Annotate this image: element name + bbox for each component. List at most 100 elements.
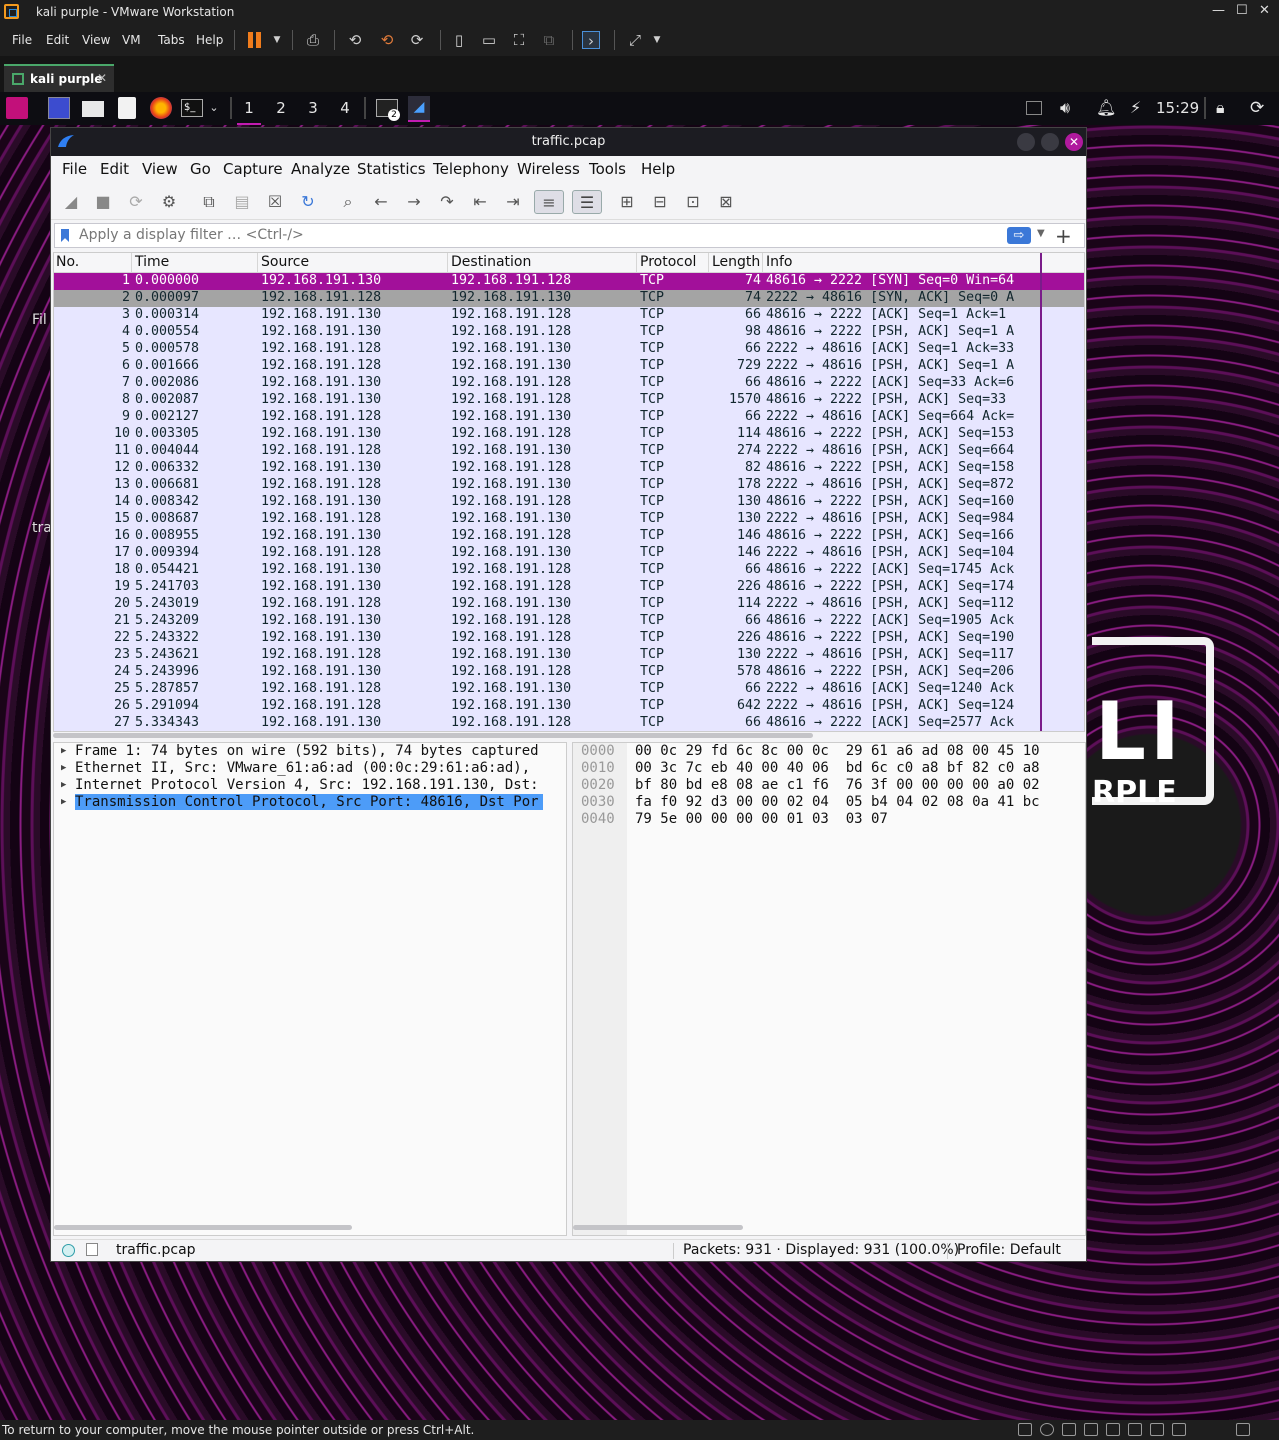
colorize-icon[interactable]: ☰ (572, 190, 602, 214)
menu-file[interactable]: File (62, 160, 87, 178)
details-horizontal-scrollbar[interactable] (54, 1225, 352, 1230)
packet-list-horizontal-scrollbar[interactable] (53, 733, 1083, 739)
pause-icon[interactable] (248, 32, 262, 48)
column-source[interactable]: Source (261, 254, 309, 270)
vm-menu-vm[interactable]: VM (122, 33, 141, 47)
snapshot-manager-icon[interactable]: ⟳ (408, 31, 426, 49)
tab-kali-purple[interactable]: kali purple ✕ (4, 64, 114, 92)
packet-row[interactable]: 25 5.287857 192.168.191.128 192.168.191.130… (54, 681, 1084, 698)
expert-info-icon[interactable] (62, 1244, 75, 1257)
restart-capture-icon[interactable]: ⟳ (124, 190, 148, 214)
packet-row[interactable]: 12 0.006332 192.168.191.130 192.168.191.128… (54, 460, 1084, 477)
detail-row-ipv4[interactable]: ▶ Internet Protocol Version 4, Src: 192.1… (54, 777, 566, 794)
logout-icon[interactable]: ⟳ (1250, 97, 1272, 119)
screen-icon[interactable] (1026, 101, 1042, 115)
minimize-icon[interactable]: — (1212, 3, 1225, 18)
console-view-icon[interactable]: › (582, 31, 600, 50)
workspace-2[interactable]: 2 (269, 99, 293, 117)
bytes-row[interactable]: 0010 00 3c 7c eb 40 00 40 06 bd 6c c0 a8 … (573, 760, 1085, 777)
vm-menu-edit[interactable]: Edit (46, 33, 69, 47)
close-icon[interactable]: ✕ (1259, 3, 1270, 18)
close-tab-icon[interactable]: ✕ (97, 71, 107, 85)
capture-options-icon[interactable]: ⚙ (157, 190, 181, 214)
packet-row[interactable]: 6 0.001666 192.168.191.128 192.168.191.130 T… (54, 358, 1084, 375)
hard-disk-icon[interactable] (1018, 1423, 1032, 1436)
packet-row[interactable]: 20 5.243019 192.168.191.128 192.168.191.130… (54, 596, 1084, 613)
lock-screen-icon[interactable]: 🔒︎ (1216, 97, 1238, 119)
message-log-icon[interactable] (1172, 1423, 1186, 1436)
detail-row-tcp[interactable]: ▶ Transmission Control Protocol, Src Port… (54, 794, 566, 811)
display-filter-bar[interactable]: Apply a display filter … <Ctrl-/> ⇨ ▼ + (54, 223, 1085, 248)
column-no[interactable]: No. (56, 254, 79, 270)
packet-row[interactable]: 5 0.000578 192.168.191.128 192.168.191.130 T… (54, 341, 1084, 358)
text-editor-icon[interactable] (118, 97, 136, 119)
column-time[interactable]: Time (135, 254, 169, 270)
column-protocol[interactable]: Protocol (640, 254, 696, 270)
open-file-icon[interactable]: ⧉ (197, 190, 221, 214)
power-status-icon[interactable]: ⚡︎ (1130, 97, 1152, 119)
bytes-horizontal-scrollbar[interactable] (573, 1225, 743, 1230)
packet-row[interactable]: 17 0.009394 192.168.191.128 192.168.191.130… (54, 545, 1084, 562)
detail-row-frame[interactable]: ▶ Frame 1: 74 bytes on wire (592 bits), 7… (54, 743, 566, 760)
reload-file-icon[interactable]: ↻ (296, 190, 320, 214)
packet-row[interactable]: 2 0.000097 192.168.191.128 192.168.191.130 T… (54, 290, 1084, 307)
firefox-icon[interactable] (150, 97, 172, 119)
column-destination[interactable]: Destination (451, 254, 531, 270)
find-packet-icon[interactable]: ⌕ (336, 190, 360, 214)
filter-dropdown-icon[interactable]: ▼ (1037, 228, 1045, 239)
packet-list-scrollbar[interactable] (1040, 253, 1046, 731)
bytes-row[interactable]: 0020 bf 80 bd e8 08 ae c1 f6 76 3f 00 00 … (573, 777, 1085, 794)
maximize-icon[interactable]: ☐ (1236, 3, 1248, 18)
file-manager-icon[interactable] (82, 101, 104, 117)
last-packet-icon[interactable]: ⇥ (501, 190, 525, 214)
packet-row[interactable]: 8 0.002087 192.168.191.130 192.168.191.128 T… (54, 392, 1084, 409)
go-to-packet-icon[interactable]: ↷ (435, 190, 459, 214)
desktop-icon-label-filesystem[interactable]: Fil (32, 312, 47, 328)
printer-icon[interactable] (1128, 1423, 1142, 1436)
workspace-1[interactable]: 1 (237, 99, 261, 125)
kali-menu-icon[interactable] (6, 97, 28, 119)
terminal-icon[interactable]: $_ (181, 99, 203, 117)
go-back-icon[interactable]: ← (369, 190, 393, 214)
minimize-icon[interactable] (1017, 133, 1035, 151)
packet-row[interactable]: 13 0.006681 192.168.191.128 192.168.191.130… (54, 477, 1084, 494)
maximize-icon[interactable] (1041, 133, 1059, 151)
snapshot-icon[interactable]: ⟲ (346, 31, 364, 49)
full-screen-icon[interactable]: ⛶ (510, 31, 528, 49)
first-packet-icon[interactable]: ⇤ (468, 190, 492, 214)
packet-row[interactable]: 3 0.000314 192.168.191.130 192.168.191.128 T… (54, 307, 1084, 324)
sidebar-toggle-icon[interactable]: ▯ (450, 31, 468, 49)
capture-comment-icon[interactable] (86, 1243, 98, 1256)
desktop-icon-label-traffic[interactable]: tra (32, 520, 52, 536)
display-filter-input[interactable]: Apply a display filter … <Ctrl-/> (79, 227, 304, 243)
packet-row[interactable]: 1 0.000000 192.168.191.130 192.168.191.128 T… (54, 273, 1084, 290)
save-file-icon[interactable]: ▤ (230, 190, 254, 214)
stretch-dropdown-icon[interactable]: ▼ (648, 31, 666, 49)
expand-arrow-icon[interactable]: ▶ (61, 777, 66, 794)
resize-columns-icon[interactable]: ⊠ (714, 190, 738, 214)
thumbnail-bar-icon[interactable]: ▭ (480, 31, 498, 49)
revert-snapshot-icon[interactable]: ⟲ (378, 31, 396, 49)
workspace-4[interactable]: 4 (333, 99, 357, 117)
menu-wireless[interactable]: Wireless (517, 160, 580, 178)
menu-telephony[interactable]: Telephony (433, 160, 509, 178)
notification-bell-icon[interactable]: 🔔︎ (1096, 97, 1118, 119)
vm-menu-file[interactable]: File (12, 33, 32, 47)
start-capture-icon[interactable]: ◢ (59, 190, 83, 214)
sound-card-icon[interactable] (1106, 1423, 1120, 1436)
bytes-row[interactable]: 0030 fa f0 92 d3 00 00 02 04 05 b4 04 02 … (573, 794, 1085, 811)
pause-dropdown-icon[interactable]: ▼ (268, 31, 286, 49)
menu-view[interactable]: View (142, 160, 178, 178)
scrollbar-thumb[interactable] (53, 733, 813, 738)
usb-controller-icon[interactable] (1084, 1423, 1098, 1436)
close-icon[interactable]: ✕ (1065, 133, 1083, 151)
send-ctrl-alt-del-icon[interactable]: ⎙ (304, 31, 322, 49)
packet-row[interactable]: 16 0.008955 192.168.191.130 192.168.191.128… (54, 528, 1084, 545)
expand-arrow-icon[interactable]: ▶ (61, 743, 66, 760)
packet-row[interactable]: 14 0.008342 192.168.191.130 192.168.191.128… (54, 494, 1084, 511)
vm-menu-help[interactable]: Help (196, 33, 223, 47)
packet-row[interactable]: 23 5.243621 192.168.191.128 192.168.191.130… (54, 647, 1084, 664)
column-length[interactable]: Length (712, 254, 760, 270)
expand-arrow-icon[interactable]: ▶ (61, 794, 66, 811)
add-filter-button-icon[interactable]: + (1055, 224, 1072, 248)
